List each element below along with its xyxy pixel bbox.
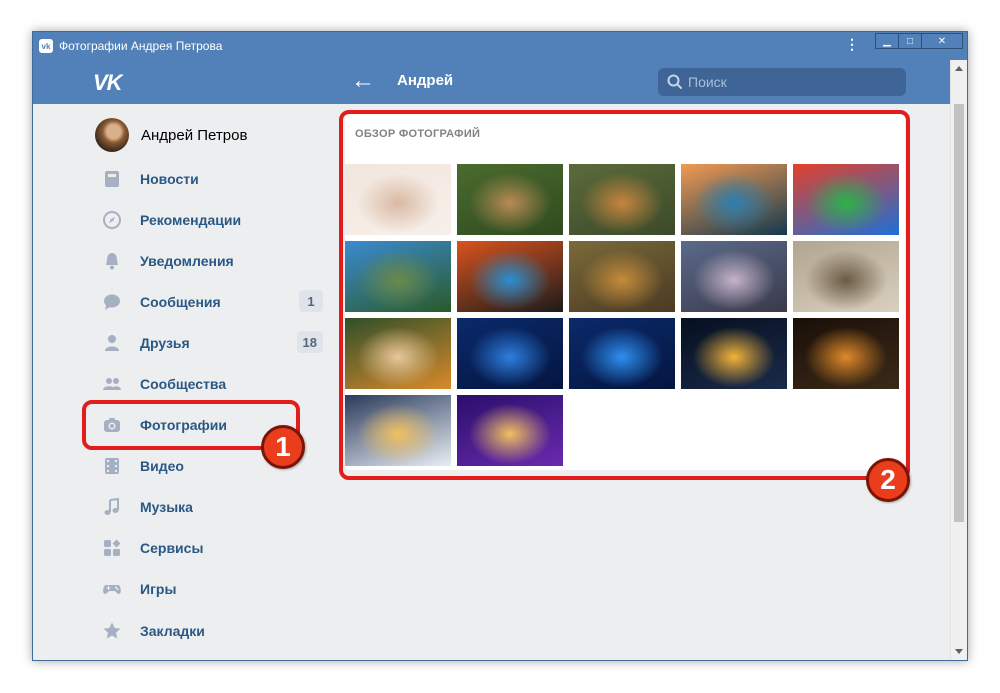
count-badge: 18 bbox=[296, 331, 323, 354]
music-note-icon bbox=[102, 497, 122, 517]
sidebar-item-label: Игры bbox=[140, 581, 177, 598]
profile-name: Андрей Петров bbox=[141, 126, 248, 144]
sidebar-item-label: Рекомендации bbox=[140, 211, 242, 228]
bell-icon bbox=[102, 251, 122, 271]
sidebar-item-services[interactable]: Сервисы bbox=[83, 528, 323, 569]
sidebar-item-label: Сервисы bbox=[140, 540, 204, 557]
scroll-down-arrow-icon[interactable] bbox=[955, 649, 963, 654]
friend-icon bbox=[102, 333, 122, 353]
gamepad-icon bbox=[102, 579, 122, 599]
sidebar-item-groups[interactable]: Сообщества bbox=[83, 363, 323, 404]
search-box[interactable] bbox=[658, 68, 906, 96]
sidebar-item-gamepad[interactable]: Игры bbox=[83, 569, 323, 610]
annotation-marker-2: 2 bbox=[866, 458, 910, 502]
sidebar-item-news[interactable]: Новости bbox=[83, 158, 323, 199]
scroll-thumb[interactable] bbox=[954, 104, 964, 522]
sidebar-profile[interactable]: Андрей Петров bbox=[83, 112, 323, 158]
window-title: Фотографии Андрея Петрова bbox=[59, 39, 223, 53]
count-badge: 1 bbox=[299, 290, 323, 313]
window-controls: ▁ □ ✕ bbox=[875, 33, 963, 49]
page-title: Андрей bbox=[397, 72, 454, 89]
scroll-up-arrow-icon[interactable] bbox=[955, 66, 963, 71]
sidebar-item-label: Сообщества bbox=[140, 376, 227, 393]
vertical-scrollbar[interactable] bbox=[950, 60, 967, 660]
news-icon bbox=[102, 169, 122, 189]
sidebar-item-label: Музыка bbox=[140, 499, 193, 516]
sidebar-item-compass[interactable]: Рекомендации bbox=[83, 199, 323, 240]
sidebar-item-star[interactable]: Закладки bbox=[83, 610, 323, 651]
sidebar-item-message[interactable]: Сообщения 1 bbox=[83, 281, 323, 322]
film-icon bbox=[102, 456, 122, 476]
sidebar-item-label: Закладки bbox=[140, 622, 205, 639]
highlight-photos-panel bbox=[339, 110, 910, 480]
sidebar-item-music-note[interactable]: Музыка bbox=[83, 487, 323, 528]
title-bar: vk Фотографии Андрея Петрова ⋮ ▁ □ ✕ bbox=[33, 32, 967, 60]
vk-app-icon: vk bbox=[39, 39, 53, 53]
sidebar-item-label: Сообщения bbox=[140, 293, 221, 310]
sidebar-item-bell[interactable]: Уведомления bbox=[83, 240, 323, 281]
annotation-marker-1: 1 bbox=[261, 425, 305, 469]
search-icon bbox=[667, 74, 682, 89]
sidebar: Андрей Петров Новости Рекомендации Уведомл… bbox=[83, 112, 323, 651]
sidebar-item-friend[interactable]: Друзья 18 bbox=[83, 322, 323, 363]
minimize-button[interactable]: ▁ bbox=[875, 33, 899, 49]
services-icon bbox=[102, 538, 122, 558]
star-icon bbox=[102, 621, 122, 641]
back-arrow-icon[interactable]: ← bbox=[351, 67, 375, 95]
search-input[interactable] bbox=[688, 74, 888, 90]
close-button[interactable]: ✕ bbox=[921, 33, 963, 49]
top-header: VK ← Андрей bbox=[33, 60, 967, 104]
sidebar-item-label: Друзья bbox=[140, 334, 190, 351]
groups-icon bbox=[102, 374, 122, 394]
sidebar-item-label: Уведомления bbox=[140, 252, 234, 269]
avatar bbox=[95, 118, 129, 152]
message-icon bbox=[102, 292, 122, 312]
sidebar-item-label: Видео bbox=[140, 458, 184, 475]
vk-logo[interactable]: VK bbox=[93, 70, 123, 96]
sidebar-item-label: Новости bbox=[140, 170, 199, 187]
maximize-button[interactable]: □ bbox=[898, 33, 922, 49]
window-menu-icon[interactable]: ⋮ bbox=[845, 37, 859, 51]
compass-icon bbox=[102, 210, 122, 230]
